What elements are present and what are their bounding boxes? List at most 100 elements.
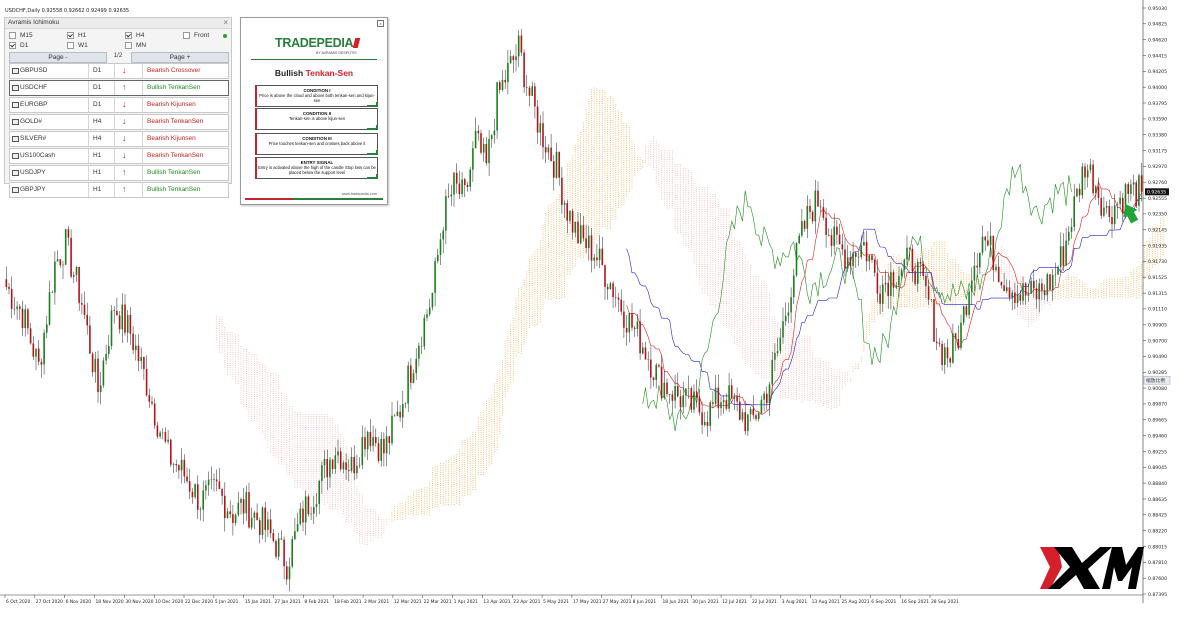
cloud-dot	[531, 283, 533, 284]
cloud-dot	[461, 472, 463, 474]
cloud-dot	[378, 514, 379, 516]
cloud-dot	[507, 357, 509, 359]
cloud-dot	[580, 140, 582, 142]
cloud-dot	[483, 474, 485, 475]
cloud-dot	[369, 519, 371, 521]
cloud-dot	[472, 467, 474, 469]
cloud-dot	[351, 488, 352, 490]
cloud-dot	[440, 491, 441, 493]
cloud-dot	[545, 248, 547, 250]
cloud-dot	[623, 162, 625, 164]
cloud-dot	[569, 271, 571, 273]
cloud-dot	[307, 479, 309, 481]
cloud-dot	[318, 413, 320, 415]
cloud-dot	[353, 493, 355, 495]
cloud-dot	[609, 186, 611, 188]
cloud-dot	[480, 425, 482, 427]
cloud-dot	[437, 475, 439, 477]
cloud-dot	[221, 336, 223, 338]
cloud-dot	[283, 399, 285, 401]
cloud-dot	[431, 485, 433, 487]
cloud-dot	[523, 284, 525, 285]
cloud-dot	[361, 496, 363, 498]
cloud-dot	[272, 406, 274, 408]
cloud-dot	[232, 332, 234, 334]
cloud-dot	[232, 343, 234, 345]
cloud-dot	[561, 286, 563, 287]
cloud-dot	[294, 442, 296, 444]
cloud-dot	[426, 502, 428, 504]
cloud-dot	[483, 467, 485, 469]
cloud-dot	[356, 495, 358, 497]
cloud-dot	[453, 486, 455, 488]
cloud-dot	[653, 138, 655, 140]
cloud-dot	[558, 232, 560, 233]
cloud-dot	[580, 199, 582, 201]
cloud-dot	[286, 466, 288, 468]
cloud-dot	[224, 366, 226, 368]
cloud-dot	[472, 489, 474, 491]
cloud-dot	[523, 299, 525, 301]
cloud-dot	[553, 248, 555, 250]
cloud-dot	[609, 177, 611, 179]
cloud-dot	[650, 147, 652, 149]
cloud-dot	[588, 103, 590, 105]
cloud-dot	[604, 181, 606, 183]
cloud-dot	[361, 538, 363, 540]
cloud-dot	[253, 391, 255, 393]
cloud-dot	[329, 505, 331, 507]
cloud-dot	[607, 128, 609, 130]
cloud-dot	[596, 140, 598, 142]
cloud-dot	[599, 202, 601, 204]
cloud-dot	[278, 423, 280, 425]
cloud-dot	[458, 504, 460, 506]
cloud-dot	[582, 175, 584, 177]
cloud-dot	[550, 256, 552, 258]
cloud-dot	[491, 454, 493, 456]
cloud-dot	[342, 444, 344, 446]
cloud-dot	[512, 318, 514, 319]
cloud-dot	[518, 321, 520, 323]
cloud-dot	[642, 166, 644, 168]
cloud-dot	[558, 212, 560, 214]
cloud-dot	[631, 174, 633, 176]
cloud-dot	[316, 484, 317, 486]
cloud-dot	[248, 384, 250, 386]
cloud-dot	[502, 364, 503, 366]
cloud-dot	[515, 355, 517, 357]
cloud-dot	[518, 301, 520, 303]
cloud-dot	[601, 89, 603, 91]
cloud-dot	[448, 503, 450, 505]
cloud-dot	[650, 149, 652, 151]
cloud-dot	[550, 236, 552, 238]
cloud-dot	[518, 338, 520, 340]
cloud-dot	[264, 412, 266, 414]
cloud-dot	[545, 270, 547, 272]
cloud-dot	[580, 191, 582, 193]
cloud-dot	[299, 422, 301, 424]
cloud-dot	[618, 156, 619, 158]
cloud-dot	[426, 493, 428, 495]
cloud-dot	[475, 438, 477, 440]
cloud-dot	[618, 165, 619, 167]
cloud-dot	[534, 266, 536, 268]
cloud-dot	[297, 433, 299, 435]
cloud-dot	[380, 521, 382, 523]
cloud-dot	[421, 493, 423, 495]
cloud-dot	[245, 395, 247, 397]
cloud-dot	[221, 329, 223, 331]
cloud-dot	[256, 404, 258, 406]
cloud-dot	[491, 432, 493, 434]
cloud-dot	[475, 440, 477, 442]
cloud-dot	[310, 479, 312, 481]
cloud-dot	[491, 449, 493, 451]
cloud-dot	[329, 503, 331, 505]
cloud-dot	[510, 381, 512, 383]
cloud-dot	[348, 515, 350, 517]
cloud-dot	[270, 381, 272, 383]
cloud-dot	[491, 423, 493, 425]
cloud-dot	[580, 142, 582, 144]
cloud-dot	[264, 428, 266, 430]
cloud-dot	[310, 475, 312, 477]
cloud-dot	[283, 423, 285, 425]
